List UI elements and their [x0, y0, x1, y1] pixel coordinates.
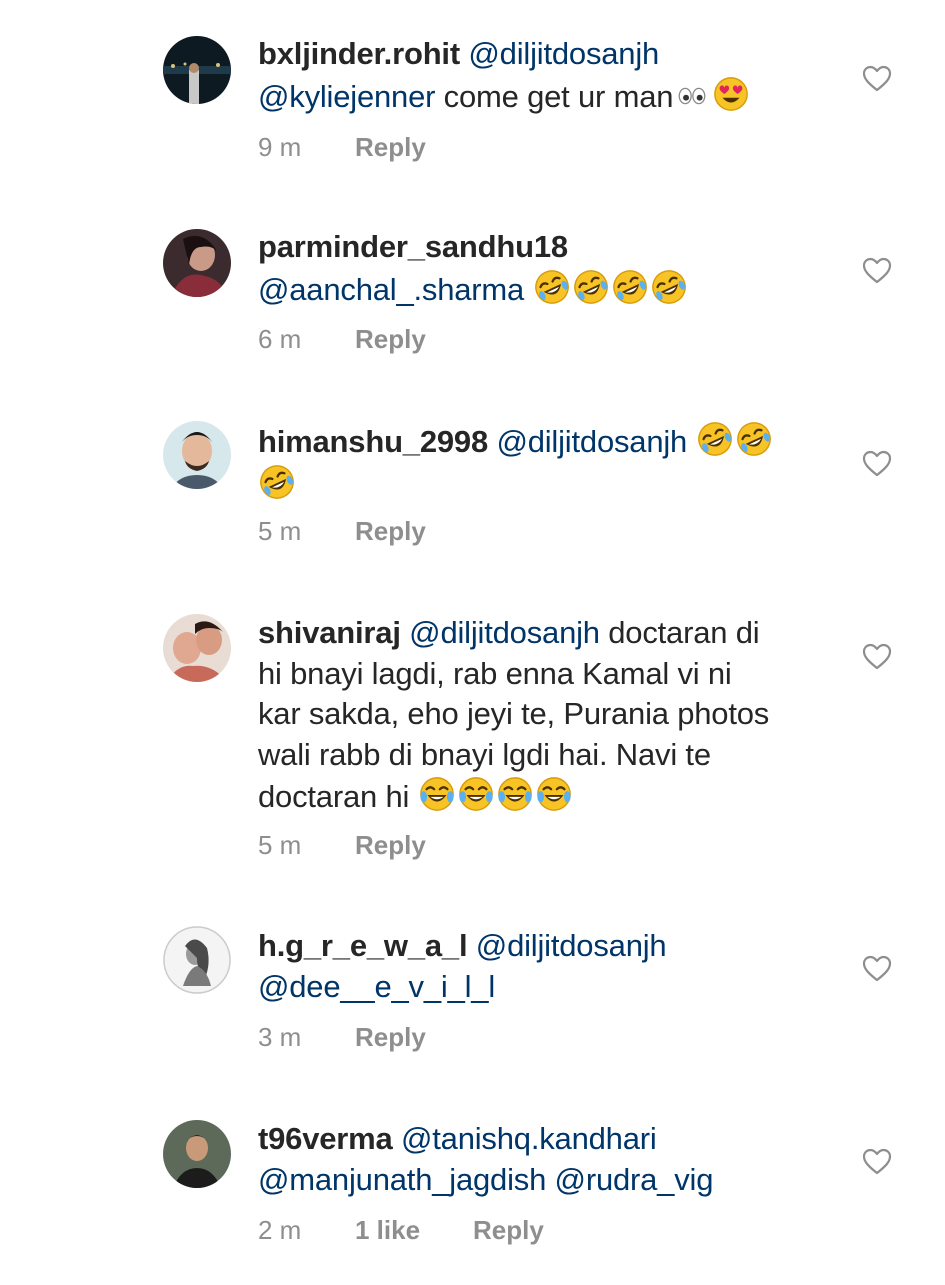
mention[interactable]: @dee__e_v_i_l_l: [258, 969, 495, 1004]
reply-button[interactable]: Reply: [355, 132, 426, 162]
comment-text: shivaniraj @diljitdosanjh doctaran di hi…: [258, 613, 838, 818]
comment-meta: 2 m 1 like Reply: [258, 1215, 544, 1246]
tears-of-joy-emoji-icon: [535, 775, 573, 813]
username[interactable]: shivaniraj: [258, 615, 401, 650]
comment-text: t96verma @tanishq.kandhari @manjunath_ja…: [258, 1119, 838, 1200]
rofl-emoji-icon: [650, 268, 688, 306]
mention[interactable]: @diljitdosanjh: [468, 36, 659, 71]
rofl-emoji-icon: [696, 420, 734, 458]
timestamp: 2 m: [258, 1215, 302, 1245]
timestamp: 6 m: [258, 324, 302, 354]
comment-meta: 3 m Reply: [258, 1022, 426, 1053]
avatar[interactable]: [163, 926, 231, 994]
eyes-emoji-icon: [673, 79, 711, 113]
mention[interactable]: @kyliejenner: [258, 79, 435, 114]
heart-eyes-emoji-icon: [712, 75, 750, 113]
rofl-emoji-icon: [533, 268, 571, 306]
mention[interactable]: @tanishq.kandhari: [401, 1121, 657, 1156]
rofl-emoji-icon: [572, 268, 610, 306]
avatar[interactable]: [163, 1120, 231, 1188]
comment-meta: 6 m Reply: [258, 324, 426, 355]
heart-outline-icon[interactable]: [862, 1147, 892, 1175]
heart-outline-icon[interactable]: [862, 64, 892, 92]
comment-text: himanshu_2998 @diljitdosanjh: [258, 420, 838, 505]
mention[interactable]: @diljitdosanjh: [409, 615, 600, 650]
username[interactable]: t96verma: [258, 1121, 393, 1156]
username[interactable]: himanshu_2998: [258, 424, 488, 459]
mention[interactable]: @diljitdosanjh: [476, 928, 667, 963]
timestamp: 5 m: [258, 516, 302, 546]
heart-outline-icon[interactable]: [862, 642, 892, 670]
tears-of-joy-emoji-icon: [496, 775, 534, 813]
comment-body: doctaran hi: [258, 779, 418, 814]
mention[interactable]: @aanchal_.sharma: [258, 272, 524, 307]
avatar[interactable]: [163, 421, 231, 489]
username[interactable]: parminder_sandhu18: [258, 229, 568, 264]
mention[interactable]: @diljitdosanjh: [496, 424, 687, 459]
reply-button[interactable]: Reply: [355, 516, 426, 546]
timestamp: 9 m: [258, 132, 302, 162]
username[interactable]: bxljinder.rohit: [258, 36, 460, 71]
rofl-emoji-icon: [735, 420, 773, 458]
comment-text: bxljinder.rohit @diljitdosanjh @kyliejen…: [258, 34, 838, 117]
comment-text: h.g_r_e_w_a_l @diljitdosanjh @dee__e_v_i…: [258, 926, 838, 1007]
tears-of-joy-emoji-icon: [418, 775, 456, 813]
comment-meta: 5 m Reply: [258, 830, 426, 861]
comment-meta: 9 m Reply: [258, 132, 426, 163]
rofl-emoji-icon: [258, 463, 296, 501]
mention[interactable]: @manjunath_jagdish: [258, 1162, 546, 1197]
reply-button[interactable]: Reply: [355, 830, 426, 860]
avatar[interactable]: [163, 229, 231, 297]
timestamp: 5 m: [258, 830, 302, 860]
heart-outline-icon[interactable]: [862, 449, 892, 477]
likes-count-button[interactable]: 1 like: [355, 1215, 473, 1246]
heart-outline-icon[interactable]: [862, 256, 892, 284]
avatar[interactable]: [163, 614, 231, 682]
reply-button[interactable]: Reply: [355, 324, 426, 354]
avatar[interactable]: [163, 36, 231, 104]
reply-button[interactable]: Reply: [473, 1215, 544, 1245]
reply-button[interactable]: Reply: [355, 1022, 426, 1052]
rofl-emoji-icon: [611, 268, 649, 306]
comment-body: kar sakda, eho jeyi te, Purania photos: [258, 696, 770, 731]
comment-text: parminder_sandhu18 @aanchal_.sharma: [258, 227, 838, 310]
comment-body: come get ur man: [435, 78, 674, 114]
comment-body: wali rabb di bnayi lgdi hai. Navi te: [258, 736, 711, 772]
heart-outline-icon[interactable]: [862, 954, 892, 982]
timestamp: 3 m: [258, 1022, 302, 1052]
comment-meta: 5 m Reply: [258, 516, 426, 547]
comment-body: hi bnayi lagdi, rab enna Kamal vi ni: [258, 655, 732, 691]
mention[interactable]: @rudra_vig: [555, 1162, 714, 1197]
comment-item: bxljinder.rohit @diljitdosanjh @kyliejen…: [0, 0, 945, 190]
tears-of-joy-emoji-icon: [457, 775, 495, 813]
comment-body: doctaran di: [599, 615, 760, 650]
username[interactable]: h.g_r_e_w_a_l: [258, 928, 468, 963]
